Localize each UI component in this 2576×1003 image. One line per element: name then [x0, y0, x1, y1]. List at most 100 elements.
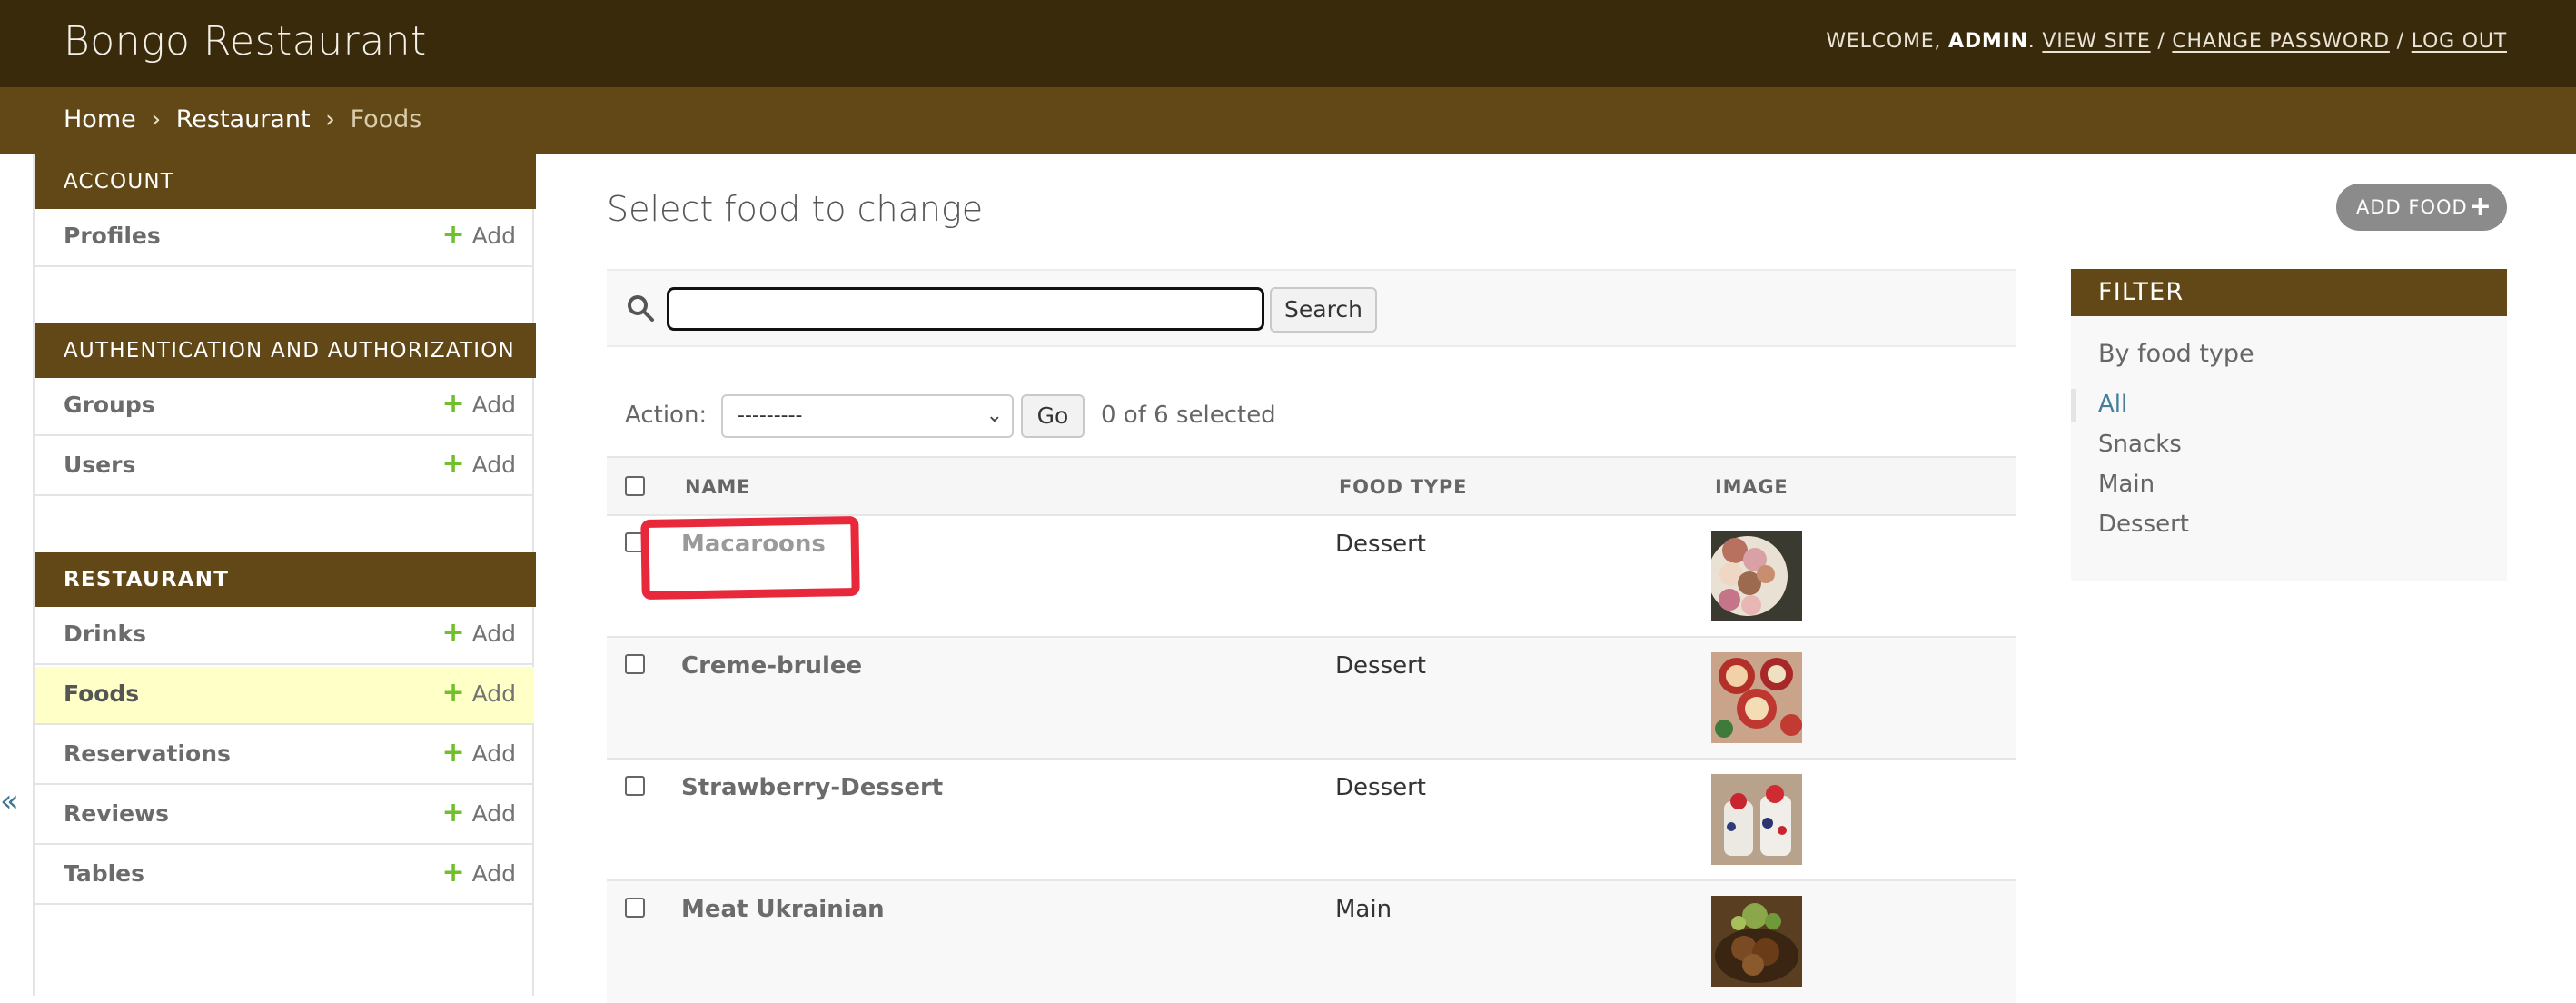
add-label: Add [471, 800, 516, 827]
table-row: Meat Ukrainian Main [607, 881, 2016, 1003]
search-button[interactable]: Search [1270, 287, 1377, 333]
add-link[interactable]: + Add [441, 391, 516, 419]
filter-selected-marker [2071, 389, 2076, 422]
module-caption-restaurant[interactable]: RESTAURANT [35, 552, 536, 607]
module-caption-auth[interactable]: AUTHENTICATION AND AUTHORIZATION [35, 323, 536, 378]
plus-icon: + [441, 857, 465, 889]
add-label: Add [471, 621, 516, 647]
sidebar-item-profiles[interactable]: Profiles + Add [35, 209, 534, 267]
sidebar-item-label[interactable]: Drinks [64, 621, 146, 647]
add-link[interactable]: + Add [441, 451, 516, 479]
filter-option-snacks[interactable]: Snacks [2098, 431, 2182, 458]
action-label: Action: [625, 402, 708, 429]
sidebar-item-label[interactable]: Users [64, 452, 135, 478]
toggle-sidebar-button[interactable]: « [0, 783, 19, 819]
table-row: Creme-brulee Dessert [607, 638, 2016, 760]
sidebar-item-reservations[interactable]: Reservations + Add [35, 727, 534, 785]
sidebar-item-users[interactable]: Users + Add [35, 438, 534, 496]
welcome-text: WELCOME, [1826, 30, 1949, 53]
plus-icon: + [441, 219, 465, 251]
go-button[interactable]: Go [1021, 394, 1085, 438]
add-link[interactable]: + Add [441, 857, 516, 889]
breadcrumb-current: Foods [350, 105, 422, 134]
plus-icon: + [441, 617, 465, 649]
add-label: Add [471, 223, 516, 249]
breadcrumb-separator: › [151, 105, 162, 134]
add-label: Add [471, 452, 516, 478]
row-checkbox[interactable] [625, 776, 645, 796]
sidebar-item-label[interactable]: Reservations [64, 740, 231, 767]
breadcrumb-home[interactable]: Home [64, 105, 136, 134]
plus-icon: + [441, 677, 465, 709]
user-tools: WELCOME, ADMIN. VIEW SITE / CHANGE PASSW… [1826, 30, 2507, 53]
breadcrumb-app[interactable]: Restaurant [176, 105, 311, 134]
add-food-label: ADD FOOD [2356, 196, 2468, 218]
strawberry-dessert-image [1711, 774, 1802, 865]
nav-sidebar: ACCOUNT Profiles + Add AUTHENTICATION AND… [33, 154, 536, 996]
plus-icon: + [441, 388, 465, 420]
sidebar-item-groups[interactable]: Groups + Add [35, 378, 534, 436]
sidebar-item-label[interactable]: Groups [64, 392, 155, 418]
creme-brulee-image [1711, 652, 1802, 743]
page-title: Select food to change [607, 189, 984, 229]
action-select[interactable]: --------- ⌄ [721, 394, 1014, 438]
add-label: Add [471, 392, 516, 418]
sidebar-item-label[interactable]: Reviews [64, 800, 169, 827]
sidebar-item-label[interactable]: Tables [64, 860, 144, 887]
filter-option-dessert[interactable]: Dessert [2098, 511, 2189, 538]
tools-separator: / [2389, 30, 2412, 53]
action-select-value: --------- [738, 404, 803, 427]
column-header-name[interactable]: NAME [685, 476, 750, 498]
add-link[interactable]: + Add [441, 797, 516, 829]
select-all-checkbox[interactable] [625, 476, 645, 496]
sidebar-item-label[interactable]: Foods [64, 680, 139, 707]
log-out-link[interactable]: LOG OUT [2412, 30, 2507, 53]
plus-icon: + [441, 797, 465, 829]
food-type-cell: Main [1335, 896, 1392, 923]
food-name-link[interactable]: Strawberry-Dessert [681, 774, 943, 801]
change-password-link[interactable]: CHANGE PASSWORD [2172, 30, 2390, 53]
food-type-cell: Dessert [1335, 531, 1426, 558]
food-type-cell: Dessert [1335, 652, 1426, 680]
table-row: Strawberry-Dessert Dessert [607, 760, 2016, 881]
breadcrumb-separator: › [325, 105, 335, 134]
breadcrumb: Home › Restaurant › Foods [0, 87, 2576, 154]
module-caption-account[interactable]: ACCOUNT [35, 154, 536, 209]
site-title[interactable]: Bongo Restaurant [64, 18, 427, 65]
search-icon [628, 295, 654, 322]
filter-title: FILTER [2071, 269, 2507, 316]
sidebar-item-tables[interactable]: Tables + Add [35, 847, 534, 905]
changelist-filter: FILTER By food type All Snacks Main Dess… [2071, 269, 2507, 581]
filter-subtitle: By food type [2098, 340, 2254, 368]
add-link[interactable]: + Add [441, 222, 516, 250]
actions-bar: Action: --------- ⌄ Go 0 of 6 selected [607, 391, 2016, 456]
sidebar-item-label[interactable]: Profiles [64, 223, 161, 249]
filter-option-main[interactable]: Main [2098, 471, 2155, 498]
table-header: NAME FOOD TYPE IMAGE [607, 456, 2016, 516]
search-toolbar: Search [607, 269, 2016, 347]
row-checkbox[interactable] [625, 898, 645, 918]
add-food-button[interactable]: ADD FOOD + [2336, 184, 2507, 231]
selection-counter: 0 of 6 selected [1101, 402, 1276, 429]
row-checkbox[interactable] [625, 654, 645, 674]
sidebar-item-drinks[interactable]: Drinks + Add [35, 607, 534, 665]
welcome-period: . [2027, 30, 2036, 53]
plus-icon: + [441, 448, 465, 480]
username: ADMIN [1948, 30, 2028, 53]
column-header-image[interactable]: IMAGE [1715, 476, 1788, 498]
add-label: Add [471, 860, 516, 887]
add-link[interactable]: + Add [441, 620, 516, 648]
add-label: Add [471, 680, 516, 707]
sidebar-item-foods[interactable]: Foods + Add [35, 667, 534, 725]
column-header-food-type[interactable]: FOOD TYPE [1339, 476, 1467, 498]
sidebar-item-reviews[interactable]: Reviews + Add [35, 787, 534, 845]
view-site-link[interactable]: VIEW SITE [2042, 30, 2150, 53]
add-link[interactable]: + Add [441, 677, 516, 709]
food-name-link[interactable]: Meat Ukrainian [681, 896, 885, 923]
food-name-link[interactable]: Creme-brulee [681, 652, 862, 680]
search-input[interactable] [667, 287, 1264, 331]
add-link[interactable]: + Add [441, 737, 516, 769]
chevron-down-icon: ⌄ [986, 404, 1003, 427]
plus-icon: + [441, 737, 465, 769]
filter-option-all[interactable]: All [2098, 391, 2127, 418]
